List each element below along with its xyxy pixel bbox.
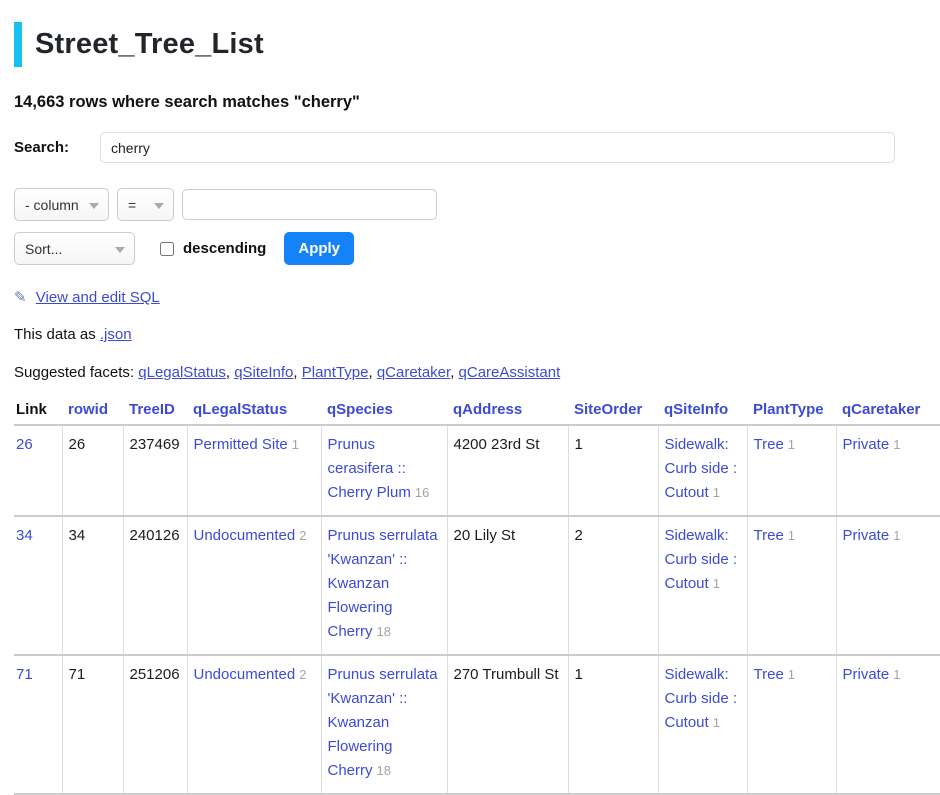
descending-label: descending (183, 240, 266, 257)
cell-rowid: 34 (62, 516, 123, 655)
column-header-planttype[interactable]: PlantType (753, 401, 824, 418)
cell-qcaretaker-link[interactable]: Private (843, 527, 890, 544)
cell-rowid: 26 (62, 425, 123, 516)
sort-select-wrap: Sort... (14, 232, 135, 265)
row-count-summary: 14,663 rows where search matches "cherry… (14, 93, 940, 112)
facets-prefix: Suggested facets: (14, 364, 134, 381)
filter-operator-select[interactable]: = (117, 188, 174, 221)
column-header-link: Link (14, 398, 62, 425)
facet-separator: , (450, 364, 454, 381)
facet-separator: , (368, 364, 372, 381)
table-row: 71 71 251206 Undocumented2 Prunus serrul… (14, 655, 940, 794)
facet-count: 18 (377, 624, 391, 639)
filter-value-input[interactable] (182, 189, 437, 220)
column-header-qlegalstatus[interactable]: qLegalStatus (193, 401, 287, 418)
filter-column-select[interactable]: - column - (14, 188, 109, 221)
row-link[interactable]: 71 (16, 666, 33, 683)
facet-count: 1 (893, 667, 900, 682)
facet-count: 1 (893, 528, 900, 543)
cell-treeid: 251206 (123, 655, 187, 794)
pencil-icon: ✎ (14, 289, 27, 306)
cell-rowid: 71 (62, 655, 123, 794)
table-row: 34 34 240126 Undocumented2 Prunus serrul… (14, 516, 940, 655)
facet-count: 1 (788, 437, 795, 452)
facet-link-qcaretaker[interactable]: qCaretaker (377, 364, 450, 381)
cell-qaddress: 20 Lily St (447, 516, 568, 655)
cell-qlegalstatus-link[interactable]: Undocumented (194, 527, 296, 544)
sort-select[interactable]: Sort... (14, 232, 135, 265)
facet-count: 1 (713, 485, 720, 500)
column-select-wrap: - column - (14, 188, 109, 221)
cell-planttype-link[interactable]: Tree (754, 666, 784, 683)
operator-select-wrap: = (117, 188, 174, 221)
facet-link-qsiteinfo[interactable]: qSiteInfo (234, 364, 293, 381)
facet-count: 1 (788, 528, 795, 543)
facet-count: 2 (299, 528, 306, 543)
facet-link-qlegalstatus[interactable]: qLegalStatus (138, 364, 226, 381)
search-input[interactable] (100, 132, 895, 163)
cell-treeid: 240126 (123, 516, 187, 655)
sort-row: Sort... descending Apply (14, 232, 940, 265)
facet-count: 16 (415, 485, 429, 500)
column-header-treeid[interactable]: TreeID (129, 401, 175, 418)
facet-link-planttype[interactable]: PlantType (302, 364, 369, 381)
cell-qsiteinfo-link[interactable]: Sidewalk: Curb side : Cutout (665, 666, 738, 731)
facet-count: 2 (299, 667, 306, 682)
cell-qlegalstatus-link[interactable]: Undocumented (194, 666, 296, 683)
page-title: Street_Tree_List (14, 22, 940, 67)
cell-siteorder: 2 (568, 516, 658, 655)
view-edit-sql-link[interactable]: View and edit SQL (36, 289, 160, 306)
facet-separator: , (293, 364, 297, 381)
column-header-qspecies[interactable]: qSpecies (327, 401, 393, 418)
descending-checkbox[interactable] (160, 242, 174, 256)
column-header-rowid[interactable]: rowid (68, 401, 108, 418)
cell-siteorder: 1 (568, 655, 658, 794)
column-header-qcaretaker[interactable]: qCaretaker (842, 401, 920, 418)
cell-planttype-link[interactable]: Tree (754, 436, 784, 453)
cell-treeid: 237469 (123, 425, 187, 516)
cell-qsiteinfo-link[interactable]: Sidewalk: Curb side : Cutout (665, 436, 738, 501)
json-link[interactable]: .json (100, 326, 132, 343)
search-row: Search: (14, 132, 940, 163)
cell-qspecies-link[interactable]: Prunus cerasifera :: Cherry Plum (328, 436, 411, 501)
table-header-row: Link rowid TreeID qLegalStatus qSpecies … (14, 398, 940, 425)
facet-count: 1 (713, 715, 720, 730)
cell-planttype-link[interactable]: Tree (754, 527, 784, 544)
facet-count: 18 (377, 763, 391, 778)
facet-count: 1 (788, 667, 795, 682)
filter-row: - column - = (14, 188, 940, 221)
suggested-facets-row: Suggested facets: qLegalStatus, qSiteInf… (14, 364, 940, 381)
facet-link-qcareassistant[interactable]: qCareAssistant (459, 364, 561, 381)
cell-qcaretaker-link[interactable]: Private (843, 436, 890, 453)
row-link[interactable]: 34 (16, 527, 33, 544)
facet-count: 1 (292, 437, 299, 452)
cell-qsiteinfo-link[interactable]: Sidewalk: Curb side : Cutout (665, 527, 738, 592)
cell-qcaretaker-link[interactable]: Private (843, 666, 890, 683)
facet-separator: , (226, 364, 230, 381)
column-header-siteorder[interactable]: SiteOrder (574, 401, 642, 418)
column-header-qaddress[interactable]: qAddress (453, 401, 522, 418)
results-table: Link rowid TreeID qLegalStatus qSpecies … (14, 398, 940, 795)
facet-count: 1 (713, 576, 720, 591)
cell-qaddress: 4200 23rd St (447, 425, 568, 516)
sql-link-row: ✎ View and edit SQL (14, 288, 940, 306)
table-row: 26 26 237469 Permitted Site 1 Prunus cera… (14, 425, 940, 516)
search-label: Search: (14, 139, 100, 156)
data-as-prefix: This data as (14, 326, 96, 343)
column-header-qsiteinfo[interactable]: qSiteInfo (664, 401, 728, 418)
facet-count: 1 (893, 437, 900, 452)
data-export-row: This data as .json (14, 326, 940, 343)
cell-qaddress: 270 Trumbull St (447, 655, 568, 794)
row-link[interactable]: 26 (16, 436, 33, 453)
cell-siteorder: 1 (568, 425, 658, 516)
apply-button[interactable]: Apply (284, 232, 354, 265)
cell-qlegalstatus-link[interactable]: Permitted Site (194, 436, 288, 453)
